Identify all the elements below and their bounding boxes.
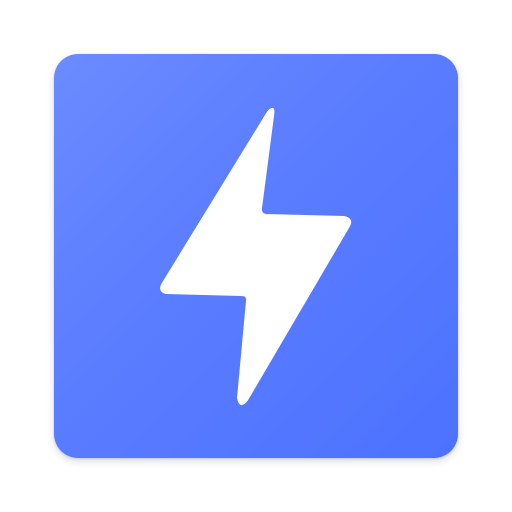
app-icon[interactable] bbox=[54, 54, 458, 458]
canvas bbox=[0, 0, 512, 512]
lightning-bolt-icon bbox=[160, 107, 352, 405]
